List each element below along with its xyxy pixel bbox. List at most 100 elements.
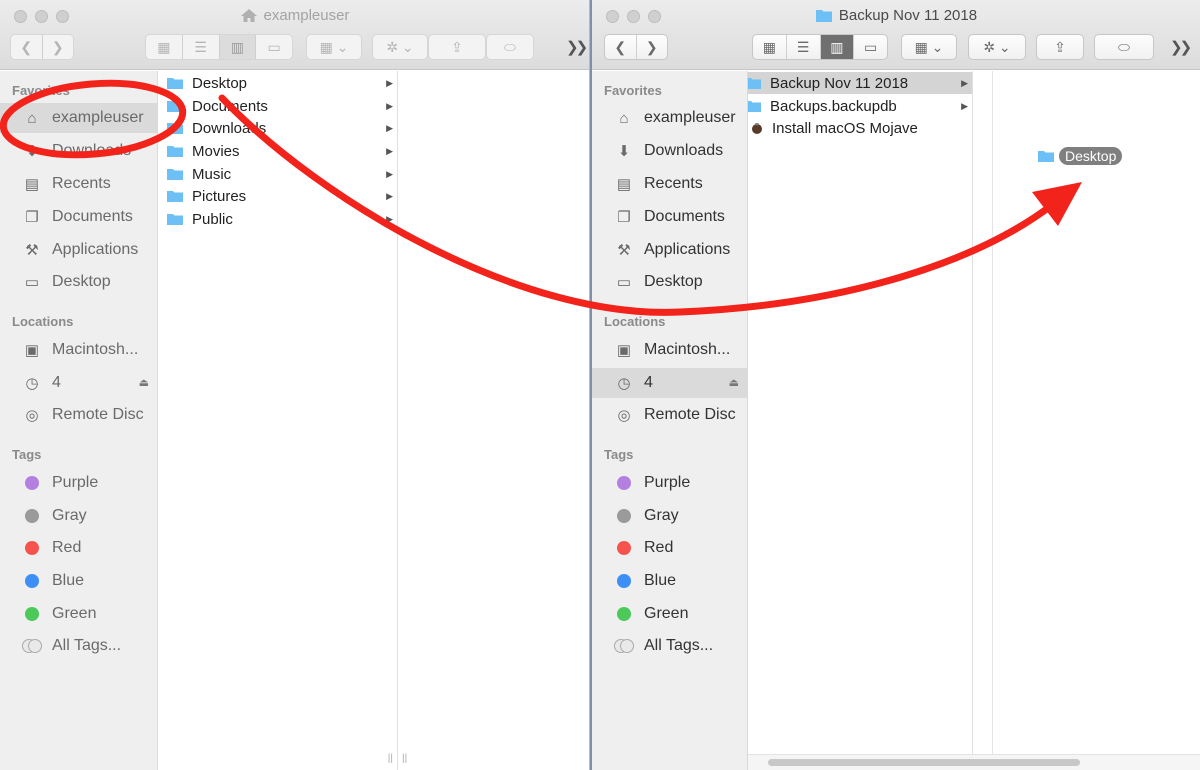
forward-button[interactable]: ❯ bbox=[43, 35, 74, 59]
sidebar-item-downloads[interactable]: ⬇ Downloads bbox=[592, 136, 747, 166]
eject-icon[interactable]: ⏏ bbox=[139, 376, 149, 389]
toolbar-overflow-icon[interactable]: ❯❯ bbox=[566, 38, 588, 56]
desktop-icon: ▭ bbox=[24, 274, 40, 291]
sidebar-item-exampleuser[interactable]: ⌂ exampleuser bbox=[592, 103, 747, 133]
folder-icon bbox=[167, 214, 183, 225]
forward-button[interactable]: ❯ bbox=[637, 35, 668, 59]
sidebar-tag-all-tags[interactable]: All Tags... bbox=[592, 631, 747, 661]
eject-icon[interactable]: ⏏ bbox=[729, 376, 739, 389]
sidebar-item-desktop[interactable]: ▭ Desktop bbox=[592, 267, 747, 297]
hard-drive-icon: ▣ bbox=[616, 342, 632, 359]
list-item-backups-backupdb[interactable]: Backups.backupdb ▶ bbox=[748, 95, 972, 117]
sidebar-item-desktop[interactable]: ▭ Desktop bbox=[0, 267, 157, 297]
list-view-icon[interactable]: ☰ bbox=[183, 35, 220, 59]
list-item-desktop[interactable]: Desktop ▶ bbox=[158, 72, 397, 94]
group-by-button[interactable]: ▦ ⌄ bbox=[901, 34, 957, 60]
column-resize-handle[interactable]: || bbox=[388, 753, 393, 764]
title-bar[interactable]: exampleuser ❮ ❯ ▦ ☰ ▥ ▭ ▦ ⌄ ✲ ⌄ ⇪ ⬭ ❯❯ bbox=[0, 0, 589, 70]
sidebar: Favorites ⌂ exampleuser ⬇ Downloads ▤ Re… bbox=[592, 71, 748, 770]
hard-drive-icon: ▣ bbox=[24, 342, 40, 359]
sidebar-item-label: Blue bbox=[644, 572, 677, 589]
disclosure-arrow-icon: ▶ bbox=[386, 145, 393, 156]
sidebar-item-label: Red bbox=[52, 539, 82, 556]
list-item-pictures[interactable]: Pictures ▶ bbox=[158, 185, 397, 207]
folder-icon bbox=[167, 191, 183, 202]
column-resize-handle[interactable]: || bbox=[402, 753, 407, 764]
sidebar-item-recents[interactable]: ▤ Recents bbox=[0, 169, 157, 199]
folder-icon bbox=[167, 78, 183, 89]
sidebar-item-time-machine[interactable]: ◷ 4 ⏏ bbox=[592, 368, 747, 398]
toolbar-overflow-icon[interactable]: ❯❯ bbox=[1170, 38, 1192, 56]
sidebar-tag-gray[interactable]: Gray bbox=[592, 501, 747, 531]
list-item-label: Pictures bbox=[192, 187, 247, 205]
sidebar-tag-blue[interactable]: Blue bbox=[592, 566, 747, 596]
tags-heading: Tags bbox=[604, 447, 634, 462]
sidebar-tag-purple[interactable]: Purple bbox=[0, 468, 157, 498]
gray-tag-icon bbox=[25, 509, 39, 523]
horizontal-scrollbar[interactable] bbox=[748, 754, 1200, 770]
tags-button[interactable]: ⬭ bbox=[1094, 34, 1154, 60]
sidebar-item-label: Desktop bbox=[644, 273, 703, 290]
window-title-text: exampleuser bbox=[263, 7, 350, 24]
sidebar-item-macintosh-hd[interactable]: ▣ Macintosh... bbox=[592, 335, 747, 365]
sidebar-tag-red[interactable]: Red bbox=[592, 533, 747, 563]
sidebar-tag-blue[interactable]: Blue bbox=[0, 566, 157, 596]
sidebar-item-macintosh-hd[interactable]: ▣ Macintosh... bbox=[0, 335, 157, 365]
sidebar-item-label: Remote Disc bbox=[52, 406, 144, 423]
action-gear-button[interactable]: ✲ ⌄ bbox=[372, 34, 428, 60]
list-item-label: Documents bbox=[192, 97, 268, 115]
sidebar-tag-red[interactable]: Red bbox=[0, 533, 157, 563]
sidebar-tag-gray[interactable]: Gray bbox=[0, 501, 157, 531]
sidebar-tag-green[interactable]: Green bbox=[592, 599, 747, 629]
sidebar-item-documents[interactable]: ❐ Documents bbox=[0, 202, 157, 232]
share-button[interactable]: ⇪ bbox=[428, 34, 486, 60]
sidebar: Favorites ⌂ exampleuser ⬇ Downloads ▤ Re… bbox=[0, 71, 158, 770]
disc-icon: ◎ bbox=[25, 407, 39, 424]
back-button[interactable]: ❮ bbox=[605, 35, 637, 59]
gallery-view-icon[interactable]: ▭ bbox=[256, 35, 292, 59]
icon-view-icon[interactable]: ▦ bbox=[146, 35, 183, 59]
title-bar[interactable]: Backup Nov 11 2018 ❮ ❯ ▦ ☰ ▥ ▭ ▦ ⌄ ✲ ⌄ ⇪… bbox=[592, 0, 1200, 70]
list-item-public[interactable]: Public ▶ bbox=[158, 208, 397, 230]
scrollbar-thumb[interactable] bbox=[768, 759, 1080, 766]
list-item-label: Movies bbox=[192, 142, 240, 160]
sidebar-item-label: exampleuser bbox=[644, 109, 736, 126]
list-item-music[interactable]: Music ▶ bbox=[158, 163, 397, 185]
sidebar-item-downloads[interactable]: ⬇ Downloads bbox=[0, 136, 157, 166]
sidebar-tag-green[interactable]: Green bbox=[0, 599, 157, 629]
sidebar-item-remote-disc[interactable]: ◎ Remote Disc bbox=[0, 400, 157, 430]
group-by-button[interactable]: ▦ ⌄ bbox=[306, 34, 362, 60]
list-item-documents[interactable]: Documents ▶ bbox=[158, 95, 397, 117]
sidebar-item-label: Applications bbox=[52, 241, 139, 258]
action-gear-button[interactable]: ✲ ⌄ bbox=[968, 34, 1026, 60]
gallery-view-icon[interactable]: ▭ bbox=[854, 35, 887, 59]
sidebar-item-documents[interactable]: ❐ Documents bbox=[592, 202, 747, 232]
column-view-icon[interactable]: ▥ bbox=[219, 35, 257, 59]
sidebar-item-label: Macintosh... bbox=[52, 341, 139, 358]
tags-button[interactable]: ⬭ bbox=[486, 34, 534, 60]
share-button[interactable]: ⇪ bbox=[1036, 34, 1084, 60]
list-item-downloads[interactable]: Downloads ▶ bbox=[158, 117, 397, 139]
disc-icon: ◎ bbox=[617, 407, 631, 424]
sidebar-item-label: Applications bbox=[644, 241, 731, 258]
sidebar-item-label: exampleuser bbox=[52, 109, 144, 126]
list-item-backup-nov-11-2018[interactable]: Backup Nov 11 2018 ▶ bbox=[748, 72, 972, 94]
sidebar-item-applications[interactable]: ⚒ Applications bbox=[592, 235, 747, 265]
sidebar-item-exampleuser[interactable]: ⌂ exampleuser bbox=[0, 103, 157, 133]
column-view-icon[interactable]: ▥ bbox=[820, 35, 855, 59]
window-title: Backup Nov 11 2018 bbox=[592, 7, 1200, 24]
sidebar-tag-all-tags[interactable]: All Tags... bbox=[0, 631, 157, 661]
back-button[interactable]: ❮ bbox=[11, 35, 43, 59]
sidebar-item-applications[interactable]: ⚒ Applications bbox=[0, 235, 157, 265]
sidebar-item-time-machine[interactable]: ◷ 4 ⏏ bbox=[0, 368, 157, 398]
home-icon: ⌂ bbox=[27, 109, 37, 127]
list-item-movies[interactable]: Movies ▶ bbox=[158, 140, 397, 162]
sidebar-item-remote-disc[interactable]: ◎ Remote Disc bbox=[592, 400, 747, 430]
list-item-install-macos-mojave[interactable]: Install macOS Mojave bbox=[748, 117, 972, 139]
red-tag-icon bbox=[617, 541, 631, 555]
sidebar-item-recents[interactable]: ▤ Recents bbox=[592, 169, 747, 199]
sidebar-item-label: Green bbox=[52, 605, 97, 622]
list-view-icon[interactable]: ☰ bbox=[787, 35, 821, 59]
sidebar-tag-purple[interactable]: Purple bbox=[592, 468, 747, 498]
icon-view-icon[interactable]: ▦ bbox=[753, 35, 787, 59]
